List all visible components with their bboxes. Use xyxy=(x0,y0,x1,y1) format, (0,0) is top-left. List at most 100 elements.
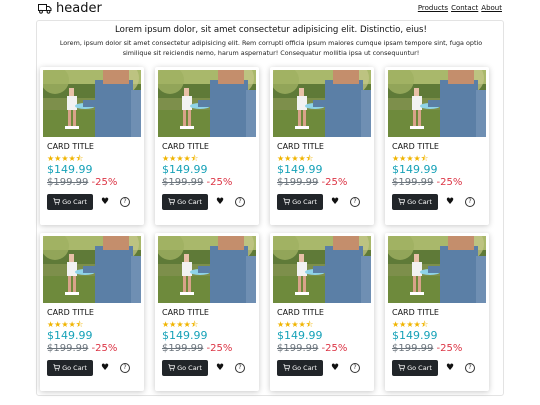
go-cart-button[interactable]: Go Cart xyxy=(277,360,323,376)
go-cart-label: Go Cart xyxy=(407,198,432,206)
old-price: $199.99 xyxy=(162,343,204,354)
go-cart-button[interactable]: Go Cart xyxy=(162,360,208,376)
question-icon[interactable]: ? xyxy=(465,197,475,207)
heart-icon[interactable]: ♥ xyxy=(214,196,226,208)
cart-icon xyxy=(168,197,176,207)
nav-link-products[interactable]: Products xyxy=(418,4,448,12)
discount-badge: -25% xyxy=(206,343,233,354)
old-price: $199.99 xyxy=(47,177,89,188)
cart-icon xyxy=(53,197,61,207)
card-title: CARD TITLE xyxy=(277,142,324,151)
page-headline: Lorem ipsum dolor, sit amet consectetur … xyxy=(115,25,427,35)
product-image xyxy=(43,70,141,137)
product-image xyxy=(388,236,486,303)
heart-icon[interactable]: ♥ xyxy=(214,362,226,374)
card-title: CARD TITLE xyxy=(277,308,324,317)
brand[interactable]: header xyxy=(38,0,102,18)
card-price: $149.99 xyxy=(277,163,323,176)
price-compare: $199.99 -25% xyxy=(277,343,347,354)
go-cart-label: Go Cart xyxy=(292,364,317,372)
price-compare: $199.99 -25% xyxy=(162,177,232,188)
old-price: $199.99 xyxy=(392,177,434,188)
product-image xyxy=(158,70,256,137)
go-cart-label: Go Cart xyxy=(407,364,432,372)
heart-icon[interactable]: ♥ xyxy=(329,362,341,374)
product-card[interactable]: CARD TITLE ★★★★⯪ $149.99 $199.99 -25% Go… xyxy=(40,67,144,225)
go-cart-button[interactable]: Go Cart xyxy=(47,360,93,376)
discount-badge: -25% xyxy=(321,177,348,188)
product-card[interactable]: CARD TITLE ★★★★⯪ $149.99 $199.99 -25% Go… xyxy=(155,67,259,225)
card-price: $149.99 xyxy=(162,163,208,176)
price-compare: $199.99 -25% xyxy=(392,177,462,188)
cart-icon xyxy=(398,363,406,373)
go-cart-label: Go Cart xyxy=(62,198,87,206)
go-cart-label: Go Cart xyxy=(177,198,202,206)
cart-icon xyxy=(398,197,406,207)
card-title: CARD TITLE xyxy=(162,142,209,151)
old-price: $199.99 xyxy=(277,177,319,188)
product-image xyxy=(158,236,256,303)
product-image xyxy=(273,70,371,137)
price-compare: $199.99 -25% xyxy=(162,343,232,354)
discount-badge: -25% xyxy=(436,343,463,354)
product-card[interactable]: CARD TITLE ★★★★⯪ $149.99 $199.99 -25% Go… xyxy=(385,67,489,225)
go-cart-button[interactable]: Go Cart xyxy=(392,194,438,210)
heart-icon[interactable]: ♥ xyxy=(99,196,111,208)
go-cart-button[interactable]: Go Cart xyxy=(392,360,438,376)
discount-badge: -25% xyxy=(206,177,233,188)
product-card[interactable]: CARD TITLE ★★★★⯪ $149.99 $199.99 -25% Go… xyxy=(40,233,144,391)
cart-icon xyxy=(168,363,176,373)
discount-badge: -25% xyxy=(321,343,348,354)
question-icon[interactable]: ? xyxy=(235,363,245,373)
old-price: $199.99 xyxy=(392,343,434,354)
product-card[interactable]: CARD TITLE ★★★★⯪ $149.99 $199.99 -25% Go… xyxy=(155,233,259,391)
old-price: $199.99 xyxy=(277,343,319,354)
product-image xyxy=(273,236,371,303)
nav-link-about[interactable]: About xyxy=(481,4,502,12)
intro-paragraph: Lorem, ipsum dolor sit amet consectetur … xyxy=(59,39,483,57)
price-compare: $199.99 -25% xyxy=(277,177,347,188)
heart-icon[interactable]: ♥ xyxy=(444,362,456,374)
go-cart-button[interactable]: Go Cart xyxy=(277,194,323,210)
question-icon[interactable]: ? xyxy=(120,363,130,373)
card-price: $149.99 xyxy=(47,163,93,176)
product-image xyxy=(388,70,486,137)
question-icon[interactable]: ? xyxy=(235,197,245,207)
top-navbar: header Products Contact About xyxy=(0,0,540,17)
cart-icon xyxy=(283,363,291,373)
heart-icon[interactable]: ♥ xyxy=(99,362,111,374)
card-title: CARD TITLE xyxy=(392,142,439,151)
question-icon[interactable]: ? xyxy=(465,363,475,373)
nav-link-contact[interactable]: Contact xyxy=(451,4,478,12)
product-card[interactable]: CARD TITLE ★★★★⯪ $149.99 $199.99 -25% Go… xyxy=(385,233,489,391)
discount-badge: -25% xyxy=(91,343,118,354)
cart-icon xyxy=(283,197,291,207)
go-cart-button[interactable]: Go Cart xyxy=(162,194,208,210)
heart-icon[interactable]: ♥ xyxy=(329,196,341,208)
product-card[interactable]: CARD TITLE ★★★★⯪ $149.99 $199.99 -25% Go… xyxy=(270,67,374,225)
card-price: $149.99 xyxy=(162,329,208,342)
brand-title: header xyxy=(56,1,102,16)
old-price: $199.99 xyxy=(47,343,89,354)
discount-badge: -25% xyxy=(91,177,118,188)
product-image xyxy=(43,236,141,303)
cart-icon xyxy=(53,363,61,373)
price-compare: $199.99 -25% xyxy=(47,343,117,354)
price-compare: $199.99 -25% xyxy=(392,343,462,354)
card-title: CARD TITLE xyxy=(47,142,94,151)
question-icon[interactable]: ? xyxy=(350,197,360,207)
question-icon[interactable]: ? xyxy=(350,363,360,373)
heart-icon[interactable]: ♥ xyxy=(444,196,456,208)
discount-badge: -25% xyxy=(436,177,463,188)
card-title: CARD TITLE xyxy=(162,308,209,317)
price-compare: $199.99 -25% xyxy=(47,177,117,188)
card-price: $149.99 xyxy=(277,329,323,342)
card-title: CARD TITLE xyxy=(392,308,439,317)
card-price: $149.99 xyxy=(47,329,93,342)
product-card[interactable]: CARD TITLE ★★★★⯪ $149.99 $199.99 -25% Go… xyxy=(270,233,374,391)
question-icon[interactable]: ? xyxy=(120,197,130,207)
go-cart-label: Go Cart xyxy=(177,364,202,372)
go-cart-button[interactable]: Go Cart xyxy=(47,194,93,210)
card-price: $149.99 xyxy=(392,329,438,342)
card-title: CARD TITLE xyxy=(47,308,94,317)
